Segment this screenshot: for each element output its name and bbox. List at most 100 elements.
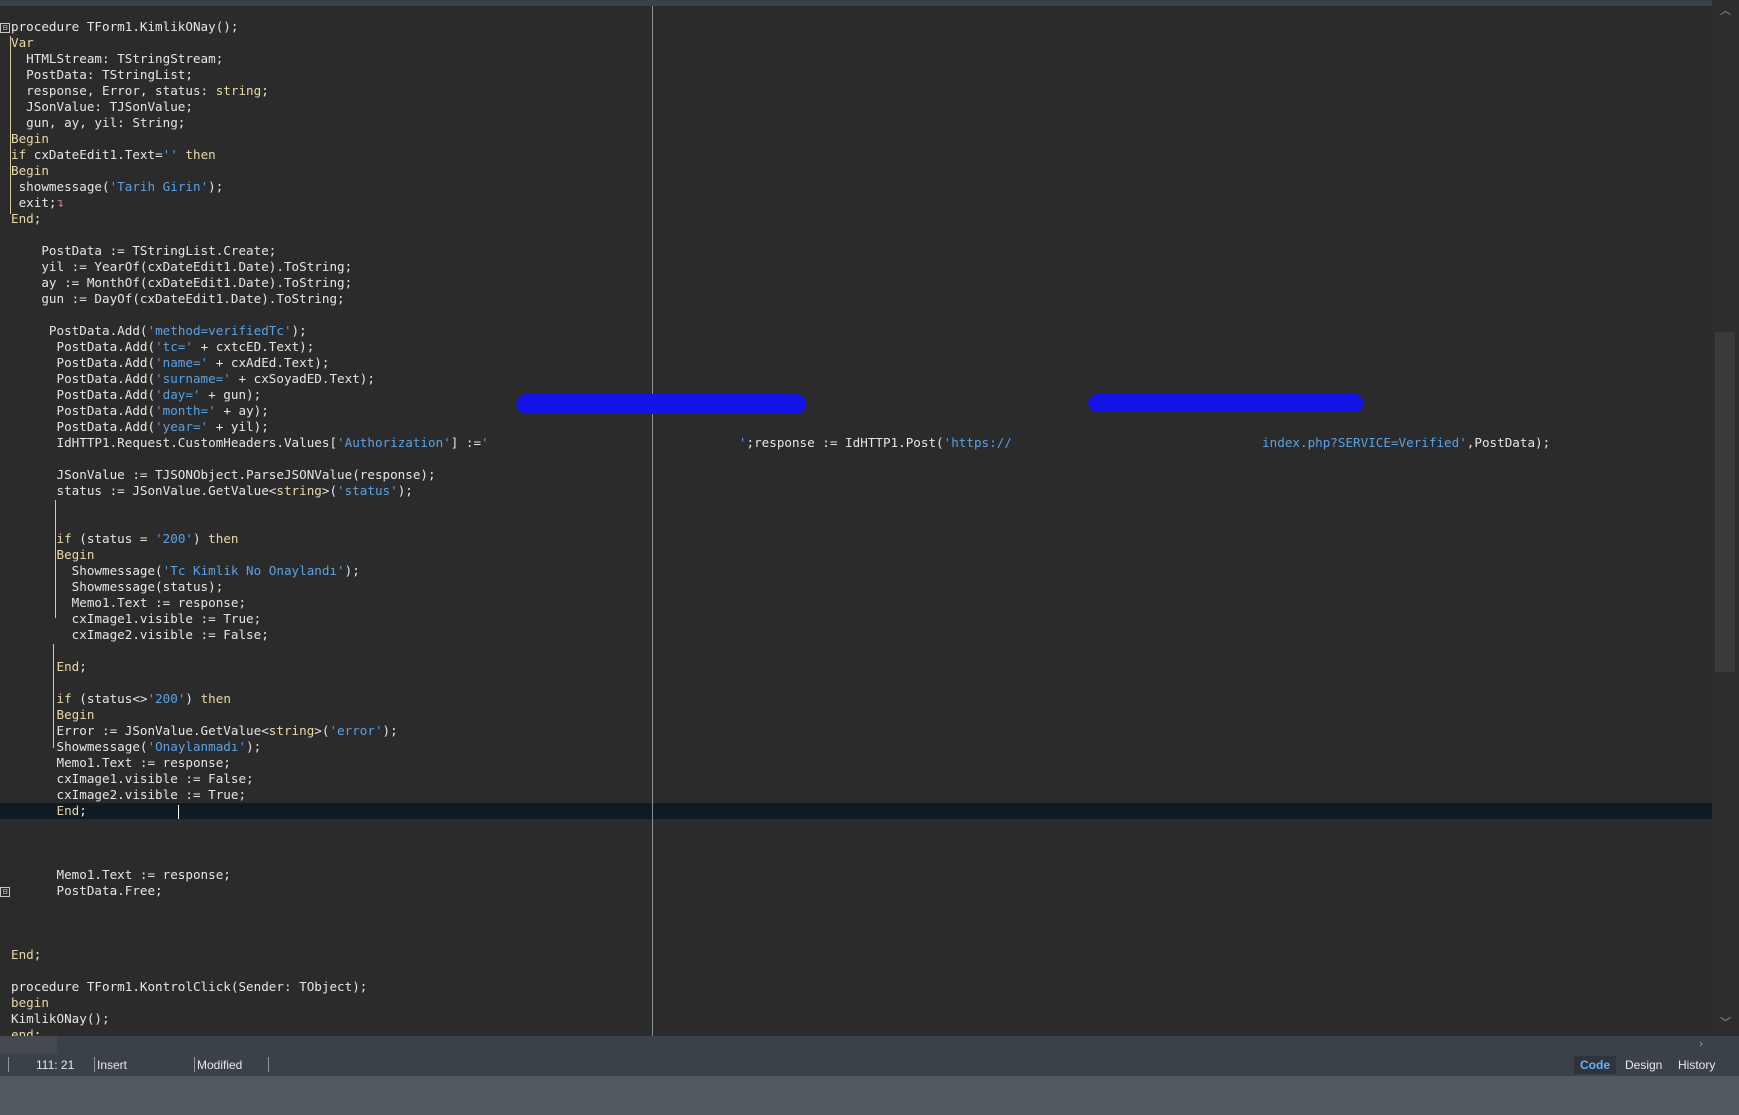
code-line[interactable]: if cxDateEdit1.Text='' then — [11, 147, 1712, 163]
code-keyword: End — [11, 211, 34, 226]
code-line[interactable] — [11, 963, 1712, 979]
code-string: 'month=' — [155, 403, 216, 418]
code-editor[interactable]: ⊟ ⊟ procedure TForm1.KimlikONay(); Var HT… — [0, 6, 1712, 1036]
code-line[interactable] — [11, 851, 1712, 867]
vertical-scrollbar-thumb[interactable] — [1715, 332, 1735, 672]
code-token: Error := JSonValue.GetValue< — [11, 723, 269, 738]
code-token: status := JSonValue.GetValue< — [11, 483, 277, 498]
code-line[interactable]: End; — [11, 211, 1712, 227]
code-line[interactable]: gun := DayOf(cxDateEdit1.Date).ToString; — [11, 291, 1712, 307]
code-line[interactable]: JSonValue: TJSonValue; — [11, 99, 1712, 115]
code-line[interactable]: Var — [11, 35, 1712, 51]
code-line[interactable] — [11, 643, 1712, 659]
chevron-right-icon[interactable]: › — [1699, 1037, 1703, 1050]
code-line[interactable]: Memo1.Text := response; — [11, 755, 1712, 771]
code-line[interactable]: if (status = '200') then — [11, 531, 1712, 547]
code-line[interactable]: cxImage1.visible := False; — [11, 771, 1712, 787]
code-line[interactable]: PostData.Add('day=' + gun); — [11, 387, 1712, 403]
code-keyword: End — [11, 659, 80, 674]
tab-design[interactable]: Design — [1619, 1056, 1668, 1074]
code-line[interactable] — [11, 675, 1712, 691]
code-line[interactable] — [11, 931, 1712, 947]
code-line[interactable] — [11, 499, 1712, 515]
code-keyword: string — [276, 483, 322, 498]
code-line[interactable]: HTMLStream: TStringStream; — [11, 51, 1712, 67]
chevron-up-icon[interactable]: ︿ — [1720, 2, 1731, 18]
code-token: ); — [397, 483, 413, 498]
code-line[interactable]: gun, ay, yil: String; — [11, 115, 1712, 131]
code-line[interactable]: PostData := TStringList.Create; — [11, 243, 1712, 259]
code-line[interactable]: if (status<>'200') then — [11, 691, 1712, 707]
code-token: Memo1.Text := response; — [11, 595, 247, 610]
code-line[interactable] — [11, 515, 1712, 531]
code-line[interactable]: Memo1.Text := response; — [11, 867, 1712, 883]
code-line[interactable]: PostData.Add('year=' + yil); — [11, 419, 1712, 435]
code-line[interactable]: response, Error, status: string; — [11, 83, 1712, 99]
code-line[interactable]: PostData.Add('surname=' + cxSoyadED.Text… — [11, 371, 1712, 387]
code-line[interactable]: cxImage2.visible := True; — [11, 787, 1712, 803]
code-line[interactable]: End; — [11, 659, 1712, 675]
tab-code[interactable]: Code — [1574, 1056, 1616, 1074]
code-line[interactable]: PostData.Add('name=' + cxAdEd.Text); — [11, 355, 1712, 371]
code-line[interactable]: PostData.Add('month=' + ay); — [11, 403, 1712, 419]
code-keyword: then — [200, 691, 231, 706]
code-line[interactable]: PostData.Add('tc=' + cxtcED.Text); — [11, 339, 1712, 355]
code-text[interactable]: procedure TForm1.KimlikONay(); Var HTMLSt… — [0, 19, 1712, 1036]
code-line[interactable]: begin — [11, 995, 1712, 1011]
chevron-down-icon[interactable]: ﹀ — [1720, 1014, 1731, 1030]
code-line[interactable]: Begin — [11, 131, 1712, 147]
horizontal-scrollbar-thumb[interactable] — [0, 1036, 57, 1054]
code-token: ;response := IdHTTP1.Post( — [746, 435, 944, 450]
tab-history[interactable]: History — [1672, 1056, 1721, 1074]
code-token: KimlikONay(); — [11, 1011, 110, 1026]
code-line[interactable]: End; — [0, 803, 1712, 819]
code-line[interactable]: End; — [11, 947, 1712, 963]
code-line[interactable] — [11, 227, 1712, 243]
code-line[interactable]: status := JSonValue.GetValue<string>('st… — [11, 483, 1712, 499]
bottom-panel — [0, 1076, 1739, 1115]
code-line[interactable]: yil := YearOf(cxDateEdit1.Date).ToString… — [11, 259, 1712, 275]
horizontal-scrollbar[interactable]: › — [0, 1036, 1739, 1054]
code-line[interactable] — [11, 915, 1712, 931]
line-break-arrow-icon: ↴ — [56, 195, 65, 210]
code-token: cxImage2.visible := False; — [11, 627, 269, 642]
code-line[interactable]: KimlikONay(); — [11, 1011, 1712, 1027]
code-line[interactable]: Showmessage(status); — [11, 579, 1712, 595]
fold-minus-icon[interactable]: ⊟ — [0, 887, 10, 897]
code-token: (status<> — [71, 691, 148, 706]
code-line[interactable]: cxImage2.visible := False; — [11, 627, 1712, 643]
code-line[interactable]: Begin — [11, 547, 1712, 563]
code-line[interactable]: procedure TForm1.KontrolClick(Sender: TO… — [11, 979, 1712, 995]
code-line[interactable]: Memo1.Text := response; — [11, 595, 1712, 611]
code-line[interactable] — [11, 819, 1712, 835]
code-line[interactable]: showmessage('Tarih Girin'); — [11, 179, 1712, 195]
code-line[interactable]: Showmessage('Tc Kimlik No Onaylandı'); — [11, 563, 1712, 579]
code-line[interactable]: JSonValue := TJSONObject.ParseJSONValue(… — [11, 467, 1712, 483]
code-line[interactable]: IdHTTP1.Request.CustomHeaders.Values['Au… — [11, 435, 1712, 451]
code-line[interactable]: Error := JSonValue.GetValue<string>('err… — [11, 723, 1712, 739]
code-line[interactable]: PostData.Add('method=verifiedTc'); — [11, 323, 1712, 339]
code-line[interactable]: Begin — [11, 163, 1712, 179]
code-keyword: End — [11, 947, 34, 962]
code-line[interactable]: PostData.Free; — [11, 883, 1712, 899]
code-line[interactable] — [11, 899, 1712, 915]
fold-minus-icon[interactable]: ⊟ — [0, 23, 10, 33]
cursor-position: 111: 21 — [36, 1058, 75, 1072]
code-line[interactable]: cxImage1.visible := True; — [11, 611, 1712, 627]
code-line[interactable]: end; — [11, 1027, 1712, 1036]
code-line[interactable]: PostData: TStringList; — [11, 67, 1712, 83]
code-line[interactable] — [11, 451, 1712, 467]
code-line[interactable] — [11, 835, 1712, 851]
code-token: showmessage( — [11, 179, 110, 194]
code-keyword: then — [208, 531, 239, 546]
insert-mode[interactable]: Insert — [97, 1058, 127, 1072]
code-line[interactable]: procedure TForm1.KimlikONay(); — [11, 19, 1712, 35]
code-line[interactable]: Showmessage('Onaylanmadı'); — [11, 739, 1712, 755]
modified-state: Modified — [197, 1058, 243, 1072]
code-token: PostData.Free; — [11, 883, 163, 898]
code-line[interactable]: exit;↴ — [11, 195, 1712, 211]
code-line[interactable] — [11, 307, 1712, 323]
code-token: ); — [291, 323, 307, 338]
code-line[interactable]: Begin — [11, 707, 1712, 723]
code-line[interactable]: ay := MonthOf(cxDateEdit1.Date).ToString… — [11, 275, 1712, 291]
